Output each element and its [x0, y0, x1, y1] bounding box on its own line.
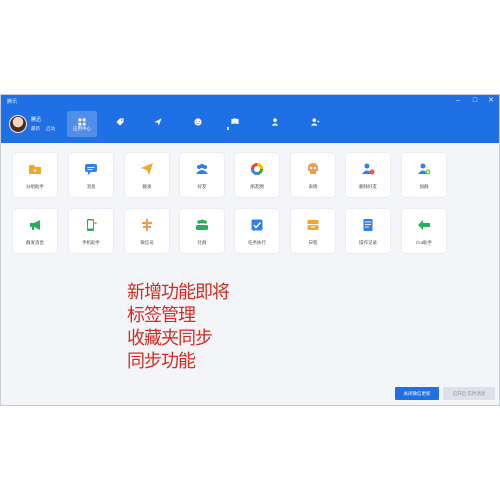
- app-card-label: 群发: [142, 184, 152, 189]
- phone-icon: [84, 218, 98, 232]
- app-card[interactable]: 操作记录: [346, 209, 390, 253]
- user-name: 腾迅: [31, 117, 42, 123]
- app-card[interactable]: 社群: [180, 209, 224, 253]
- minimize-icon[interactable]: –: [453, 96, 463, 105]
- window-title: 腾讯: [7, 99, 18, 105]
- paper-plane-icon: [140, 162, 154, 176]
- app-card[interactable]: 消息: [69, 153, 113, 197]
- nav-tab[interactable]: [220, 111, 250, 137]
- nav-tab[interactable]: [105, 111, 135, 137]
- maximize-icon[interactable]: □: [470, 96, 480, 105]
- app-card-label: 朋友圈: [250, 184, 264, 189]
- person-add-icon: [310, 114, 320, 126]
- skull-icon: [306, 162, 320, 176]
- app-window: 腾讯 – □ ✕ 腾迅 最新 启动 应用中心 分组助手 消息 群发 好友 朋友圈 表情 删除…: [0, 94, 500, 406]
- app-card[interactable]: 表情: [291, 153, 335, 197]
- user-status: 最新: [31, 126, 40, 131]
- tag-icon: [115, 114, 125, 126]
- avatar[interactable]: [9, 115, 27, 133]
- nav-tab[interactable]: [183, 111, 213, 137]
- app-card[interactable]: 微信号: [125, 209, 169, 253]
- checkbox-icon: [250, 218, 264, 232]
- community-icon: [195, 218, 209, 232]
- nav-indicator: [227, 127, 229, 130]
- app-card-label: 微信号: [140, 240, 154, 245]
- folder-icon: [28, 162, 42, 176]
- nav-tab-label: 应用中心: [73, 126, 91, 131]
- app-card[interactable]: 群发消息: [13, 209, 57, 253]
- user-add-icon: [417, 162, 431, 176]
- app-card[interactable]: 删除好友: [346, 153, 390, 197]
- nav-tab[interactable]: [300, 111, 330, 137]
- user-extra: 启动: [46, 126, 55, 131]
- document-icon: [361, 218, 375, 232]
- app-card-label: 社群: [197, 240, 207, 245]
- feature-notice: 新增功能即将 标签管理 收藏夹同步 同步功能: [127, 281, 277, 373]
- camera-ring-icon: [250, 162, 264, 176]
- app-card-label: 日程: [308, 240, 318, 245]
- app-card[interactable]: 群发: [125, 153, 169, 197]
- app-card-label: 消息: [86, 184, 96, 189]
- currency-icon: [140, 218, 154, 232]
- disable-update-button[interactable]: 关闭微信更新: [395, 387, 439, 400]
- app-card-label: 删除好友: [359, 184, 377, 189]
- app-card[interactable]: 任务执行: [235, 209, 279, 253]
- chat-icon: [84, 162, 98, 176]
- grid-icon: [77, 114, 87, 126]
- top-bar: 腾讯 – □ ✕ 腾迅 最新 启动 应用中心: [1, 95, 499, 143]
- app-card[interactable]: 分组助手: [13, 153, 57, 197]
- arrow-left-icon: [417, 218, 431, 232]
- app-card-label: 操作记录: [359, 240, 377, 245]
- megaphone-icon: [28, 218, 42, 232]
- app-card-label: 表情: [308, 184, 318, 189]
- app-card[interactable]: 朋友圈: [235, 153, 279, 197]
- app-card-label: 好友: [197, 184, 207, 189]
- nav-tab[interactable]: [260, 111, 290, 137]
- send-icon: [153, 114, 163, 126]
- app-card[interactable]: 手机助手: [69, 209, 113, 253]
- app-card[interactable]: 加群: [402, 153, 446, 197]
- notice-line: 同步功能: [127, 351, 196, 372]
- app-card-label: Cut助手: [415, 240, 432, 245]
- app-card[interactable]: Cut助手: [402, 209, 446, 253]
- app-card-label: 手机助手: [82, 240, 100, 245]
- notice-line: 新增功能即将: [127, 282, 230, 303]
- notice-line: 收藏夹同步: [127, 328, 213, 349]
- app-card[interactable]: 好友: [180, 153, 224, 197]
- app-card[interactable]: 日程: [291, 209, 335, 253]
- flag-icon: [230, 114, 240, 125]
- realtime-message-button[interactable]: 已开启 实时消息: [443, 387, 495, 400]
- app-card-label: 群发消息: [26, 240, 44, 245]
- nav-tab[interactable]: 应用中心: [67, 111, 97, 137]
- group-icon: [195, 162, 209, 176]
- user-delete-icon: [361, 162, 375, 176]
- app-card-label: 分组助手: [26, 184, 44, 189]
- app-card-label: 任务执行: [248, 240, 266, 245]
- app-card-label: 加群: [419, 184, 429, 189]
- person-icon: [270, 114, 280, 126]
- smile-icon: [193, 114, 203, 126]
- nav-tab[interactable]: [143, 111, 173, 137]
- notice-line: 标签管理: [127, 305, 196, 326]
- inbox-icon: [306, 218, 320, 232]
- close-icon[interactable]: ✕: [486, 96, 496, 105]
